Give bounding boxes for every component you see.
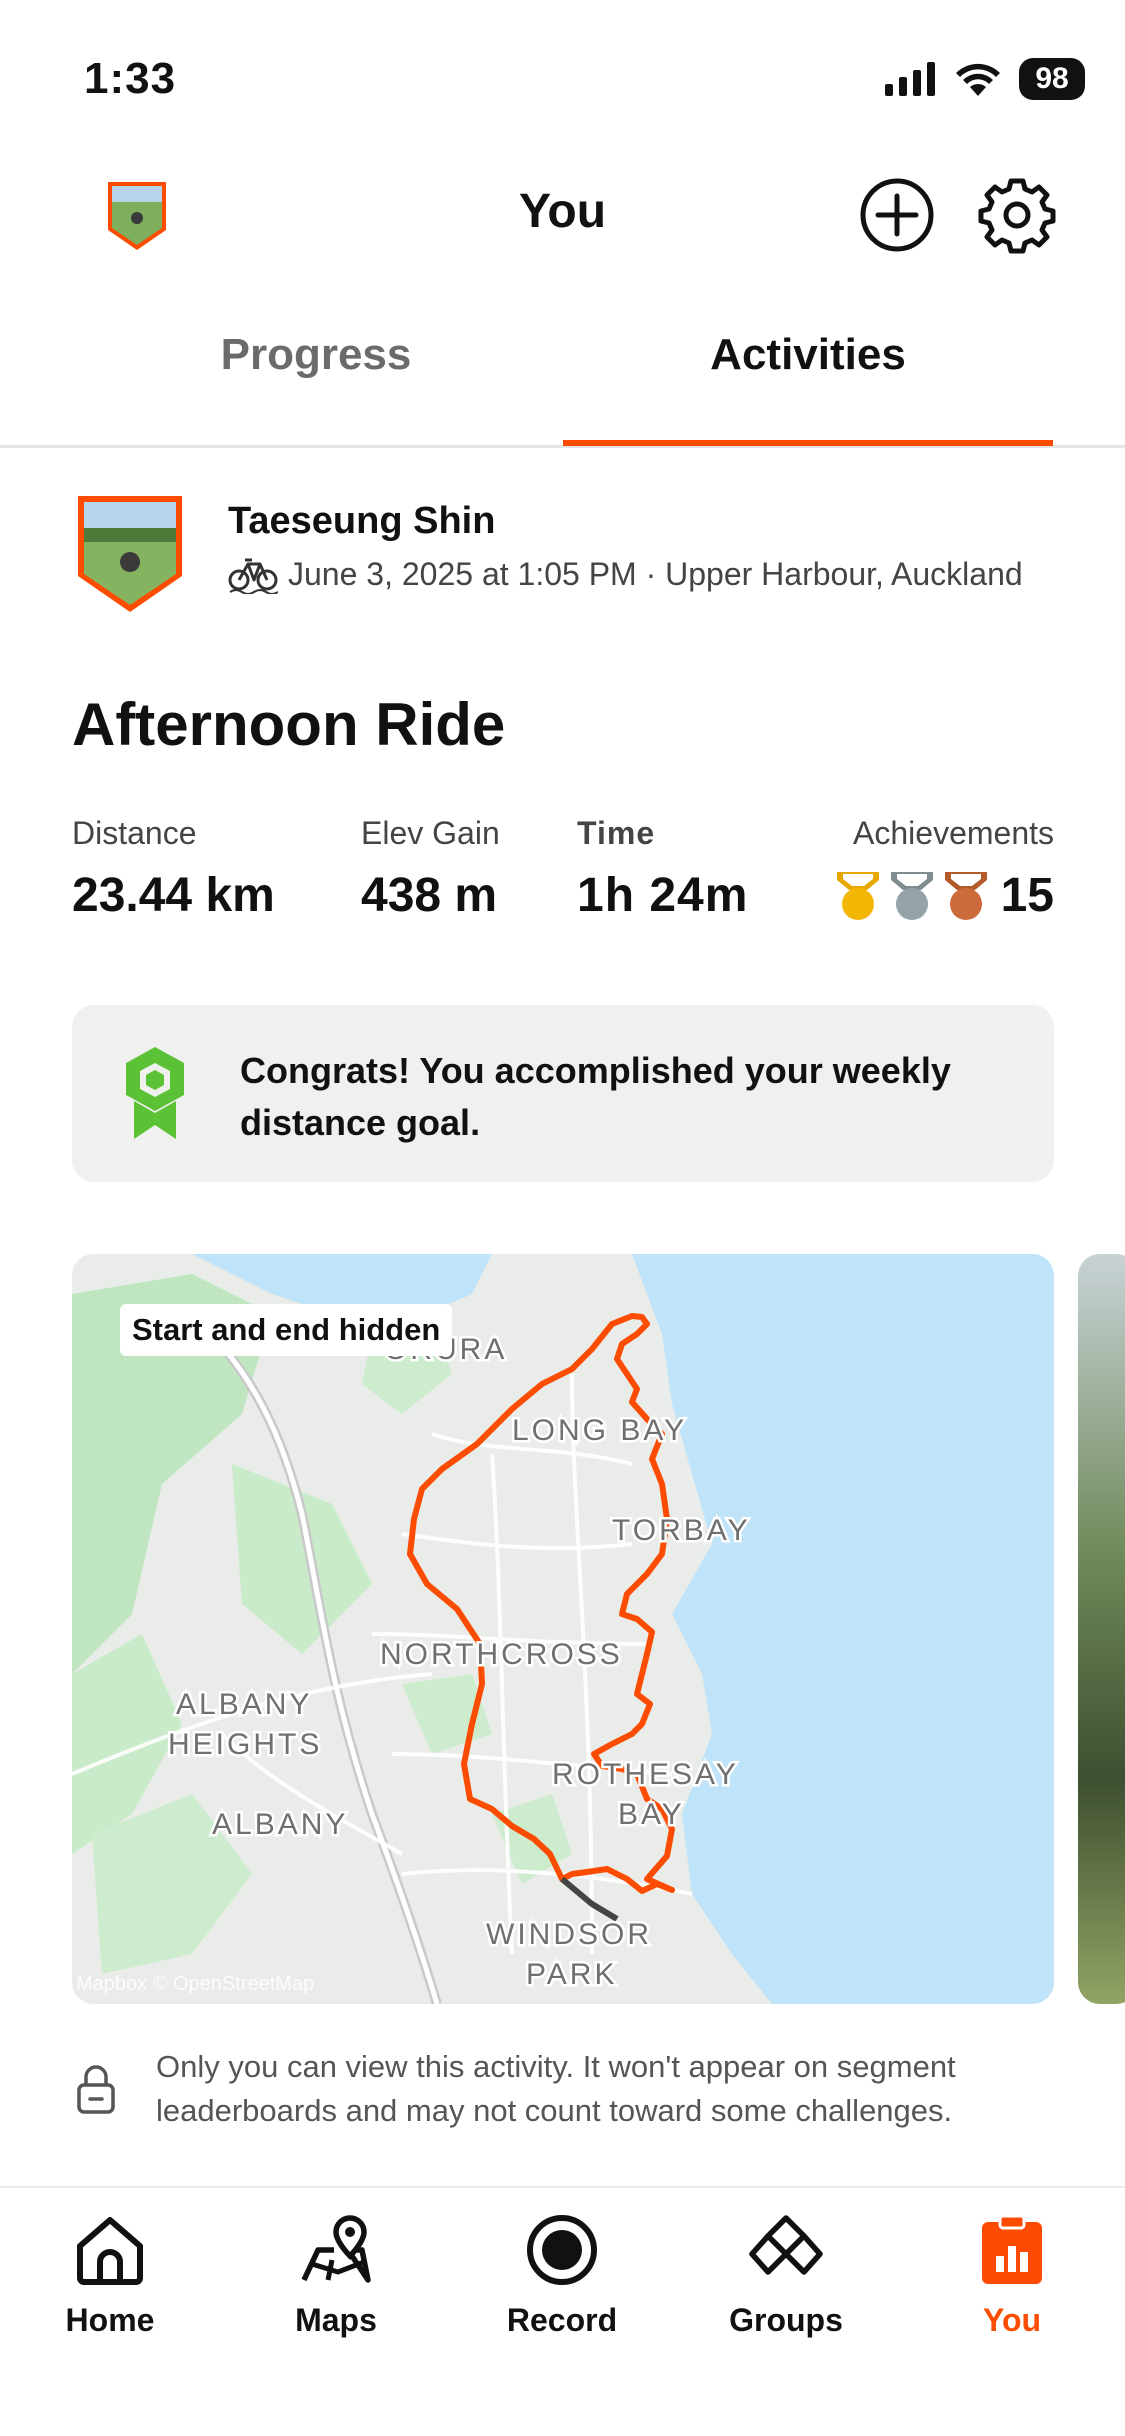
tabbar-you-label: You [982,2302,1042,2338]
wifi-icon [956,63,1000,96]
activity-meta: June 3, 2025 at 1:05 PM · Upper Harbour,… [228,554,1023,594]
map-canvas: ORURA LONG BAY TORBAY NORTHCROSS ALBANY … [72,1254,1054,2004]
map-label-albany-heights-2: HEIGHTS [168,1728,322,1761]
tabbar-record-label: Record [506,2302,618,2338]
map-label-albany-heights-1: ALBANY [176,1688,312,1721]
stat-distance-label: Distance [72,815,197,851]
silver-medal-icon [890,871,933,920]
home-icon [77,2217,143,2285]
tabbar-record[interactable]: Record [472,2212,652,2339]
status-time: 1:33 [84,54,177,103]
tabbar-home-label: Home [65,2302,155,2338]
stat-elevation: Elev Gain 438 m [361,815,500,923]
activity-photo-peek[interactable] [1078,1254,1125,2004]
map-label-northcross: NORTHCROSS [380,1638,623,1671]
stat-elevation-value: 438 m [361,869,498,922]
map-label-windsor-1: WINDSOR [486,1918,652,1951]
status-bar: 1:33 98 [0,0,1125,150]
stat-achievements-label: Achievements [853,815,1054,851]
stat-time: Time 1h 24m [577,815,748,923]
stat-distance-value: 23.44 km [72,869,275,922]
stat-distance: Distance 23.44 km [72,815,275,923]
start-end-hidden-badge: Start and end hidden [120,1304,453,1356]
tabbar-maps[interactable]: Maps [246,2212,426,2339]
goal-congrats-card[interactable]: Congrats! You accomplished your weekly d… [72,1005,1054,1182]
stat-time-value: 1h 24m [577,869,749,922]
privacy-note: Only you can view this activity. It won'… [72,2045,1054,2145]
battery-icon: 98 [1019,58,1085,100]
gear-icon[interactable] [978,176,1056,254]
privacy-text: Only you can view this activity. It won'… [156,2049,956,2128]
stat-achievements-value: 15 [1000,869,1054,922]
route-map[interactable]: ORURA LONG BAY TORBAY NORTHCROSS ALBANY … [72,1254,1054,2004]
activity-date-location: June 3, 2025 at 1:05 PM · Upper Harbour,… [288,555,1023,592]
top-header: You [0,160,1125,270]
maps-icon [301,2215,371,2283]
activity-stats: Distance 23.44 km Elev Gain 438 m Time 1… [72,815,1054,935]
stat-elevation-label: Elev Gain [361,815,500,851]
map-label-albany: ALBANY [212,1808,348,1841]
lock-icon [77,2065,115,2114]
tabbar-home[interactable]: Home [20,2212,200,2339]
map-label-torbay: TORBAY [612,1514,751,1547]
add-icon[interactable] [858,176,936,254]
map-attribution[interactable]: Mapbox © OpenStreetMap [76,1973,314,1996]
goal-badge-icon [126,1047,184,1139]
signal-icon [885,62,935,96]
goal-congrats-message: Congrats! You accomplished your weekly d… [240,1050,951,1143]
bottom-tab-bar: Home Maps Record Groups You [0,2186,1125,2436]
stat-achievements[interactable]: Achievements 15 [833,815,1054,923]
athlete-name[interactable]: Taeseung Shin [228,500,495,543]
tab-bar-top: Progress Activities [0,300,1125,448]
tabbar-groups[interactable]: Groups [696,2212,876,2339]
map-label-long-bay: LONG BAY [512,1414,687,1447]
status-icons: 98 [885,58,1085,100]
bike-icon [228,558,278,594]
tab-progress[interactable]: Progress [66,330,566,380]
tabbar-you[interactable]: You [922,2212,1102,2339]
stat-time-label: Time [577,815,656,851]
record-icon [527,2215,597,2285]
tab-activities[interactable]: Activities [558,330,1058,380]
athlete-avatar[interactable] [72,490,188,616]
map-label-windsor-2: PARK [526,1958,617,1991]
activity-header[interactable]: Taeseung Shin June 3, 2025 at 1:05 PM · … [72,490,1072,620]
gold-medal-icon [836,871,879,920]
tabbar-groups-label: Groups [729,2302,843,2338]
activity-title[interactable]: Afternoon Ride [72,690,505,759]
map-label-rothesay-1: ROTHESAY [552,1758,739,1791]
active-tab-indicator [563,440,1053,446]
map-label-rothesay-2: BAY [618,1798,685,1831]
you-icon [982,2214,1042,2284]
page-title: You [518,185,607,238]
groups-icon [749,2215,823,2275]
bronze-medal-icon [944,871,987,920]
tabbar-maps-label: Maps [295,2302,377,2338]
